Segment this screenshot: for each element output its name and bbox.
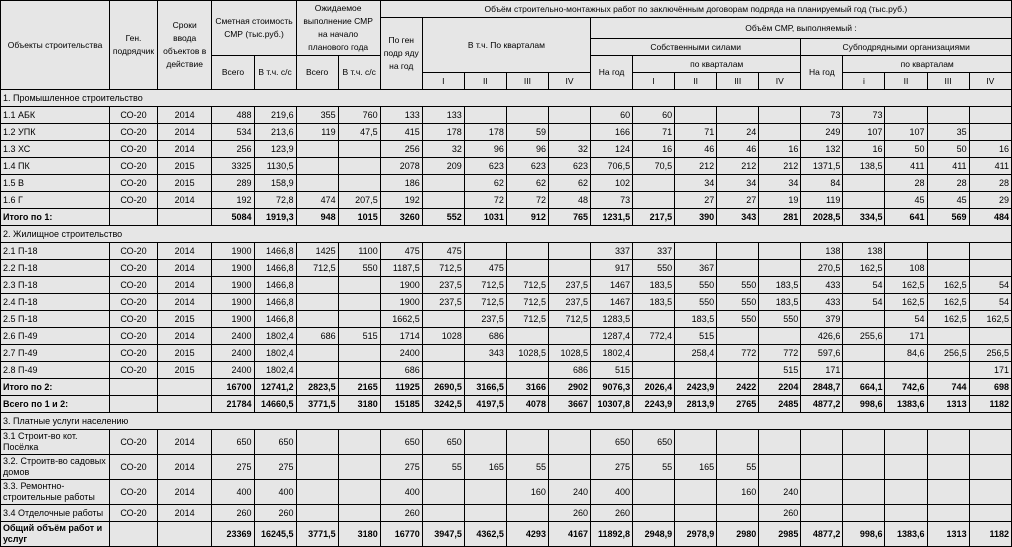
table-row: 2.3 П-18СО-20201419001466,81900237,5712,… [1, 277, 1012, 294]
table-row: 3. Платные услуги населению [1, 413, 1012, 430]
table-row: 1. Промышленное строительство [1, 90, 1012, 107]
table-row: 2.8 П-49СО-20201524001802,46866865155151… [1, 362, 1012, 379]
table-row: 2.2 П-18СО-20201419001466,8712,55501187,… [1, 260, 1012, 277]
table-row: Итого по 2:1670012741,22823,521651192526… [1, 379, 1012, 396]
table-row: Общий объём работ и услуг2336916245,5377… [1, 522, 1012, 547]
table-row: 3.1 Строит-во кот. ПосёлкаСО-20201465065… [1, 430, 1012, 455]
table-row: 1.5 ВСО-202015289158,9186626262102343434… [1, 175, 1012, 192]
table-row: 3.4 Отделочные работыСО-2020142602602602… [1, 505, 1012, 522]
table-row: 2.4 П-18СО-20201419001466,81900237,5712,… [1, 294, 1012, 311]
table-row: 1.1 АБКСО-202014488219,63557601331336060… [1, 107, 1012, 124]
table-row: 2.5 П-18СО-20201519001466,81662,5237,571… [1, 311, 1012, 328]
table-row: Итого по 1:50841919,39481015326055210319… [1, 209, 1012, 226]
table-row: 3.3. Ремонтно-строительные работыСО-2020… [1, 480, 1012, 505]
table-row: 1.2 УПКСО-202014534213,611947,5415178178… [1, 124, 1012, 141]
table-row: 2.7 П-49СО-20201524001802,424003431028,5… [1, 345, 1012, 362]
table-row: Всего по 1 и 2:2178414660,53771,53180151… [1, 396, 1012, 413]
table-row: 1.3 ХССО-202014256123,925632969632124164… [1, 141, 1012, 158]
table-row: 2.6 П-49СО-20201424001802,46865151714102… [1, 328, 1012, 345]
table-row: 1.6 ГСО-20201419272,8474207,519272724873… [1, 192, 1012, 209]
table-row: 1.4 ПКСО-20201533251130,5207820962362362… [1, 158, 1012, 175]
table-row: 3.2. Строитв-во садовых домовСО-20201427… [1, 455, 1012, 480]
table-row: 2.1 П-18СО-20201419001466,81425110047547… [1, 243, 1012, 260]
construction-table: Объекты строительстваГен. подрядчикСроки… [0, 0, 1012, 547]
table-row: 2. Жилищное строительство [1, 226, 1012, 243]
